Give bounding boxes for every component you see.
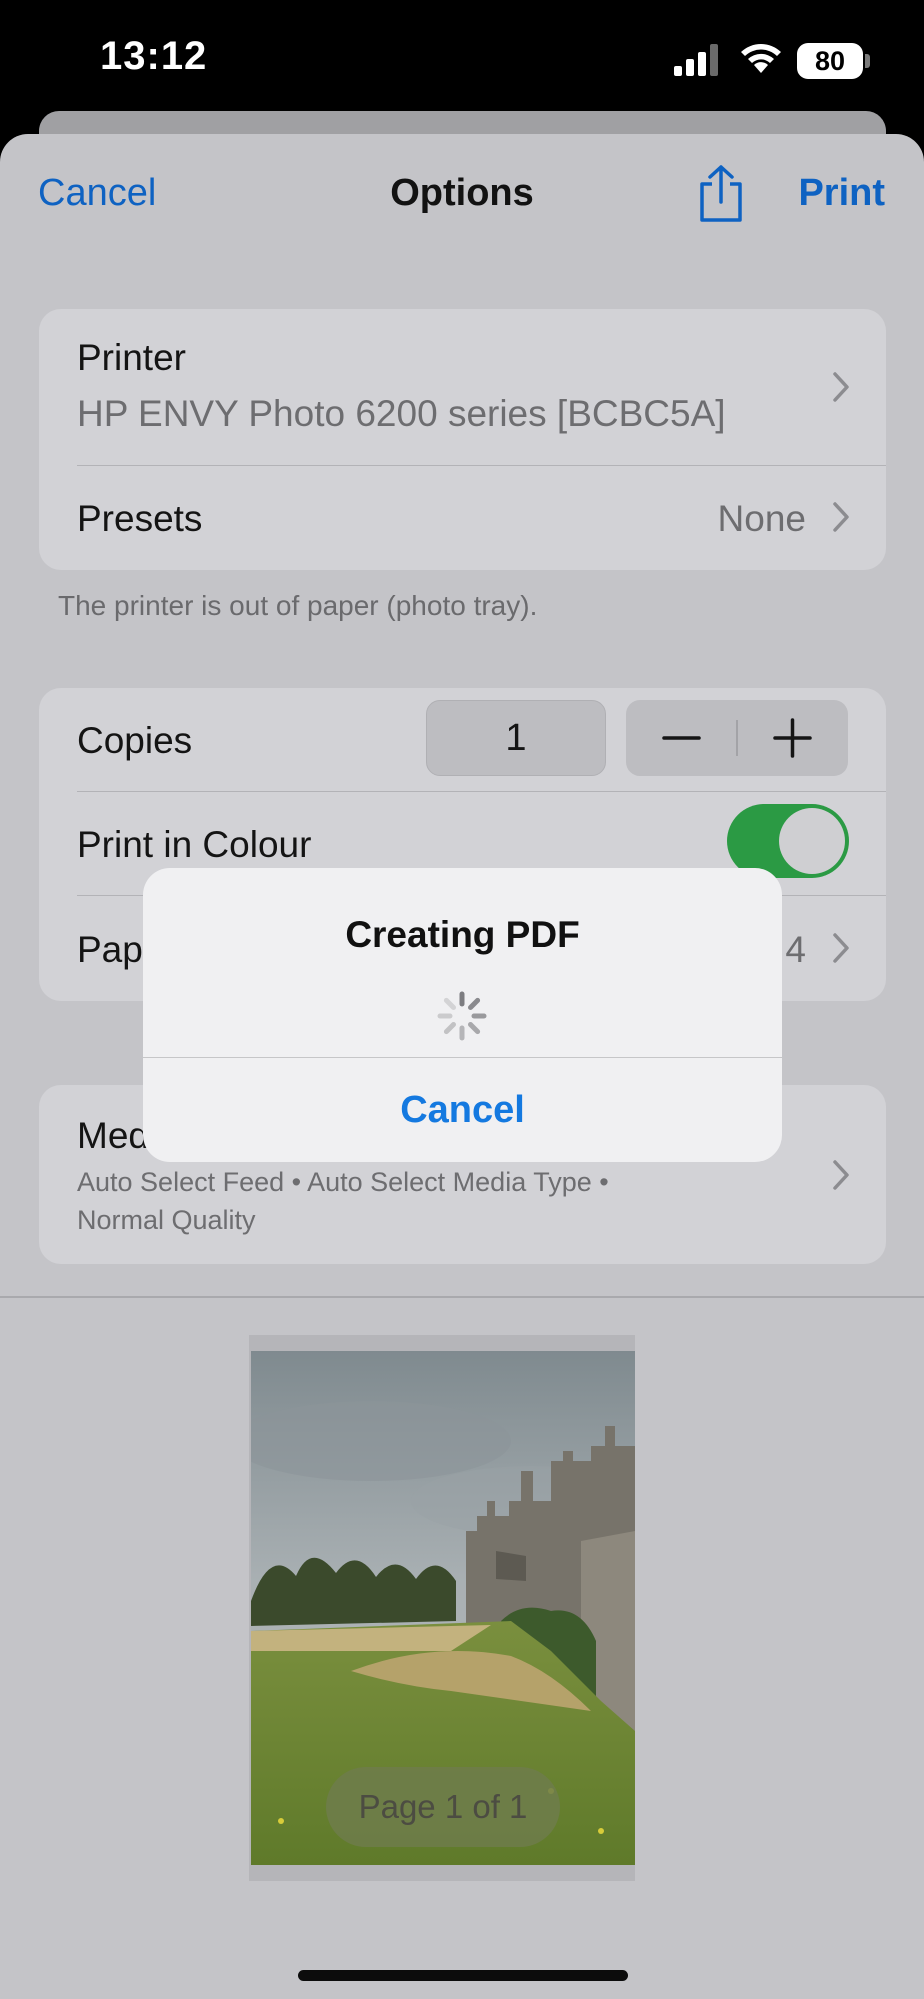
copies-label: Copies <box>77 720 193 761</box>
share-icon[interactable] <box>696 164 746 224</box>
chevron-right-icon <box>833 372 849 402</box>
alert-title: Creating PDF <box>345 914 580 955</box>
chevron-right-icon <box>833 502 849 532</box>
presets-value: None <box>717 498 806 539</box>
paper-label: Pap <box>77 929 143 970</box>
printer-value: HP ENVY Photo 6200 series [BCBC5A] <box>77 393 726 434</box>
chevron-right-icon <box>833 1160 849 1190</box>
print-button[interactable]: Print <box>798 172 885 215</box>
printer-group: Printer HP ENVY Photo 6200 series [BCBC5… <box>39 309 886 570</box>
presets-label: Presets <box>77 498 203 539</box>
media-label: Med <box>77 1115 149 1156</box>
alert-cancel-button[interactable]: Cancel <box>143 1058 782 1162</box>
colour-label: Print in Colour <box>77 824 312 865</box>
colour-toggle[interactable] <box>727 804 849 878</box>
copies-row: Copies 1 <box>39 688 886 792</box>
copies-stepper <box>626 700 848 776</box>
printer-status-note: The printer is out of paper (photo tray)… <box>58 590 538 621</box>
minus-icon[interactable] <box>626 700 737 776</box>
battery-cap <box>865 54 870 68</box>
wifi-icon <box>741 44 781 73</box>
preview-divider <box>0 1296 924 1298</box>
battery-icon: 80 <box>797 43 863 79</box>
plus-icon[interactable] <box>737 700 848 776</box>
page-indicator: Page 1 of 1 <box>326 1767 560 1847</box>
presets-row[interactable]: Presets None <box>39 466 886 570</box>
status-time: 13:12 <box>100 34 208 78</box>
paper-value: 4 <box>785 929 806 970</box>
chevron-right-icon <box>833 933 849 963</box>
media-detail-line-1: Auto Select Feed • Auto Select Media Typ… <box>77 1167 609 1197</box>
printer-label: Printer <box>77 337 186 378</box>
cellular-signal-icon <box>674 44 718 76</box>
printer-row[interactable]: Printer HP ENVY Photo 6200 series [BCBC5… <box>39 309 886 466</box>
creating-pdf-alert: Creating PDF Cancel <box>143 868 782 1162</box>
loading-spinner-icon <box>437 991 487 1041</box>
status-bar: 13:12 80 <box>0 0 924 110</box>
toggle-knob <box>779 808 845 874</box>
home-indicator <box>298 1970 628 1981</box>
page-title: Options <box>390 172 534 214</box>
copies-input[interactable]: 1 <box>426 700 606 776</box>
media-detail-line-2: Normal Quality <box>77 1205 256 1235</box>
